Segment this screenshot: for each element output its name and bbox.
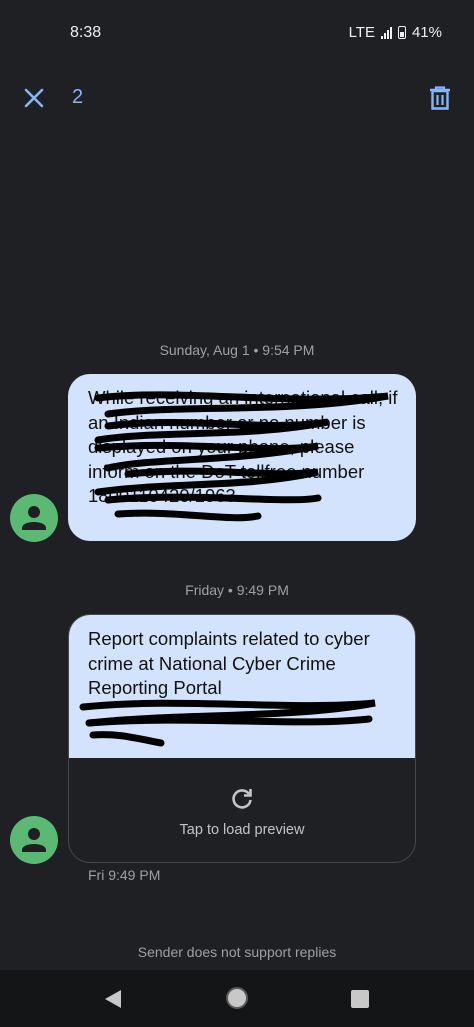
sender-avatar[interactable]	[10, 816, 58, 864]
date-label: Sunday, Aug 1 • 9:54 PM	[159, 342, 315, 358]
person-icon	[22, 506, 46, 530]
message-bubble[interactable]: While receiving an international call, i…	[68, 374, 416, 541]
refresh-icon[interactable]	[229, 786, 255, 812]
selection-action-bar: 2	[0, 72, 474, 124]
date-label: Friday • 9:49 PM	[185, 582, 289, 598]
battery-icon	[397, 26, 406, 39]
signal-icon	[380, 26, 392, 39]
status-bar: 8:38 LTE 41%	[0, 0, 474, 64]
navigation-bar	[0, 970, 474, 1027]
person-icon	[22, 828, 46, 852]
load-preview-label: Tap to load preview	[179, 822, 305, 838]
battery-percent: 41%	[411, 24, 442, 41]
no-reply-note: Sender does not support replies	[137, 944, 337, 960]
message-timestamp: Fri 9:49 PM	[88, 867, 161, 883]
delete-icon[interactable]	[426, 84, 454, 112]
sender-avatar[interactable]	[10, 494, 58, 542]
close-icon[interactable]	[20, 84, 48, 112]
message-bubble: Report complaints related to cyber crime…	[69, 615, 415, 758]
status-right: LTE 41%	[349, 24, 442, 41]
recents-icon[interactable]	[351, 990, 369, 1008]
message-bubble-with-preview[interactable]: Report complaints related to cyber crime…	[68, 614, 416, 863]
back-icon[interactable]	[104, 989, 122, 1009]
link-preview[interactable]: Tap to load preview	[69, 758, 415, 862]
status-time: 8:38	[70, 24, 102, 41]
network-type: LTE	[348, 24, 375, 41]
message-text: While receiving an international call, i…	[88, 387, 398, 506]
home-icon[interactable]	[226, 987, 248, 1009]
selected-count: 2	[72, 86, 84, 108]
message-text: Report complaints related to cyber crime…	[88, 628, 370, 698]
